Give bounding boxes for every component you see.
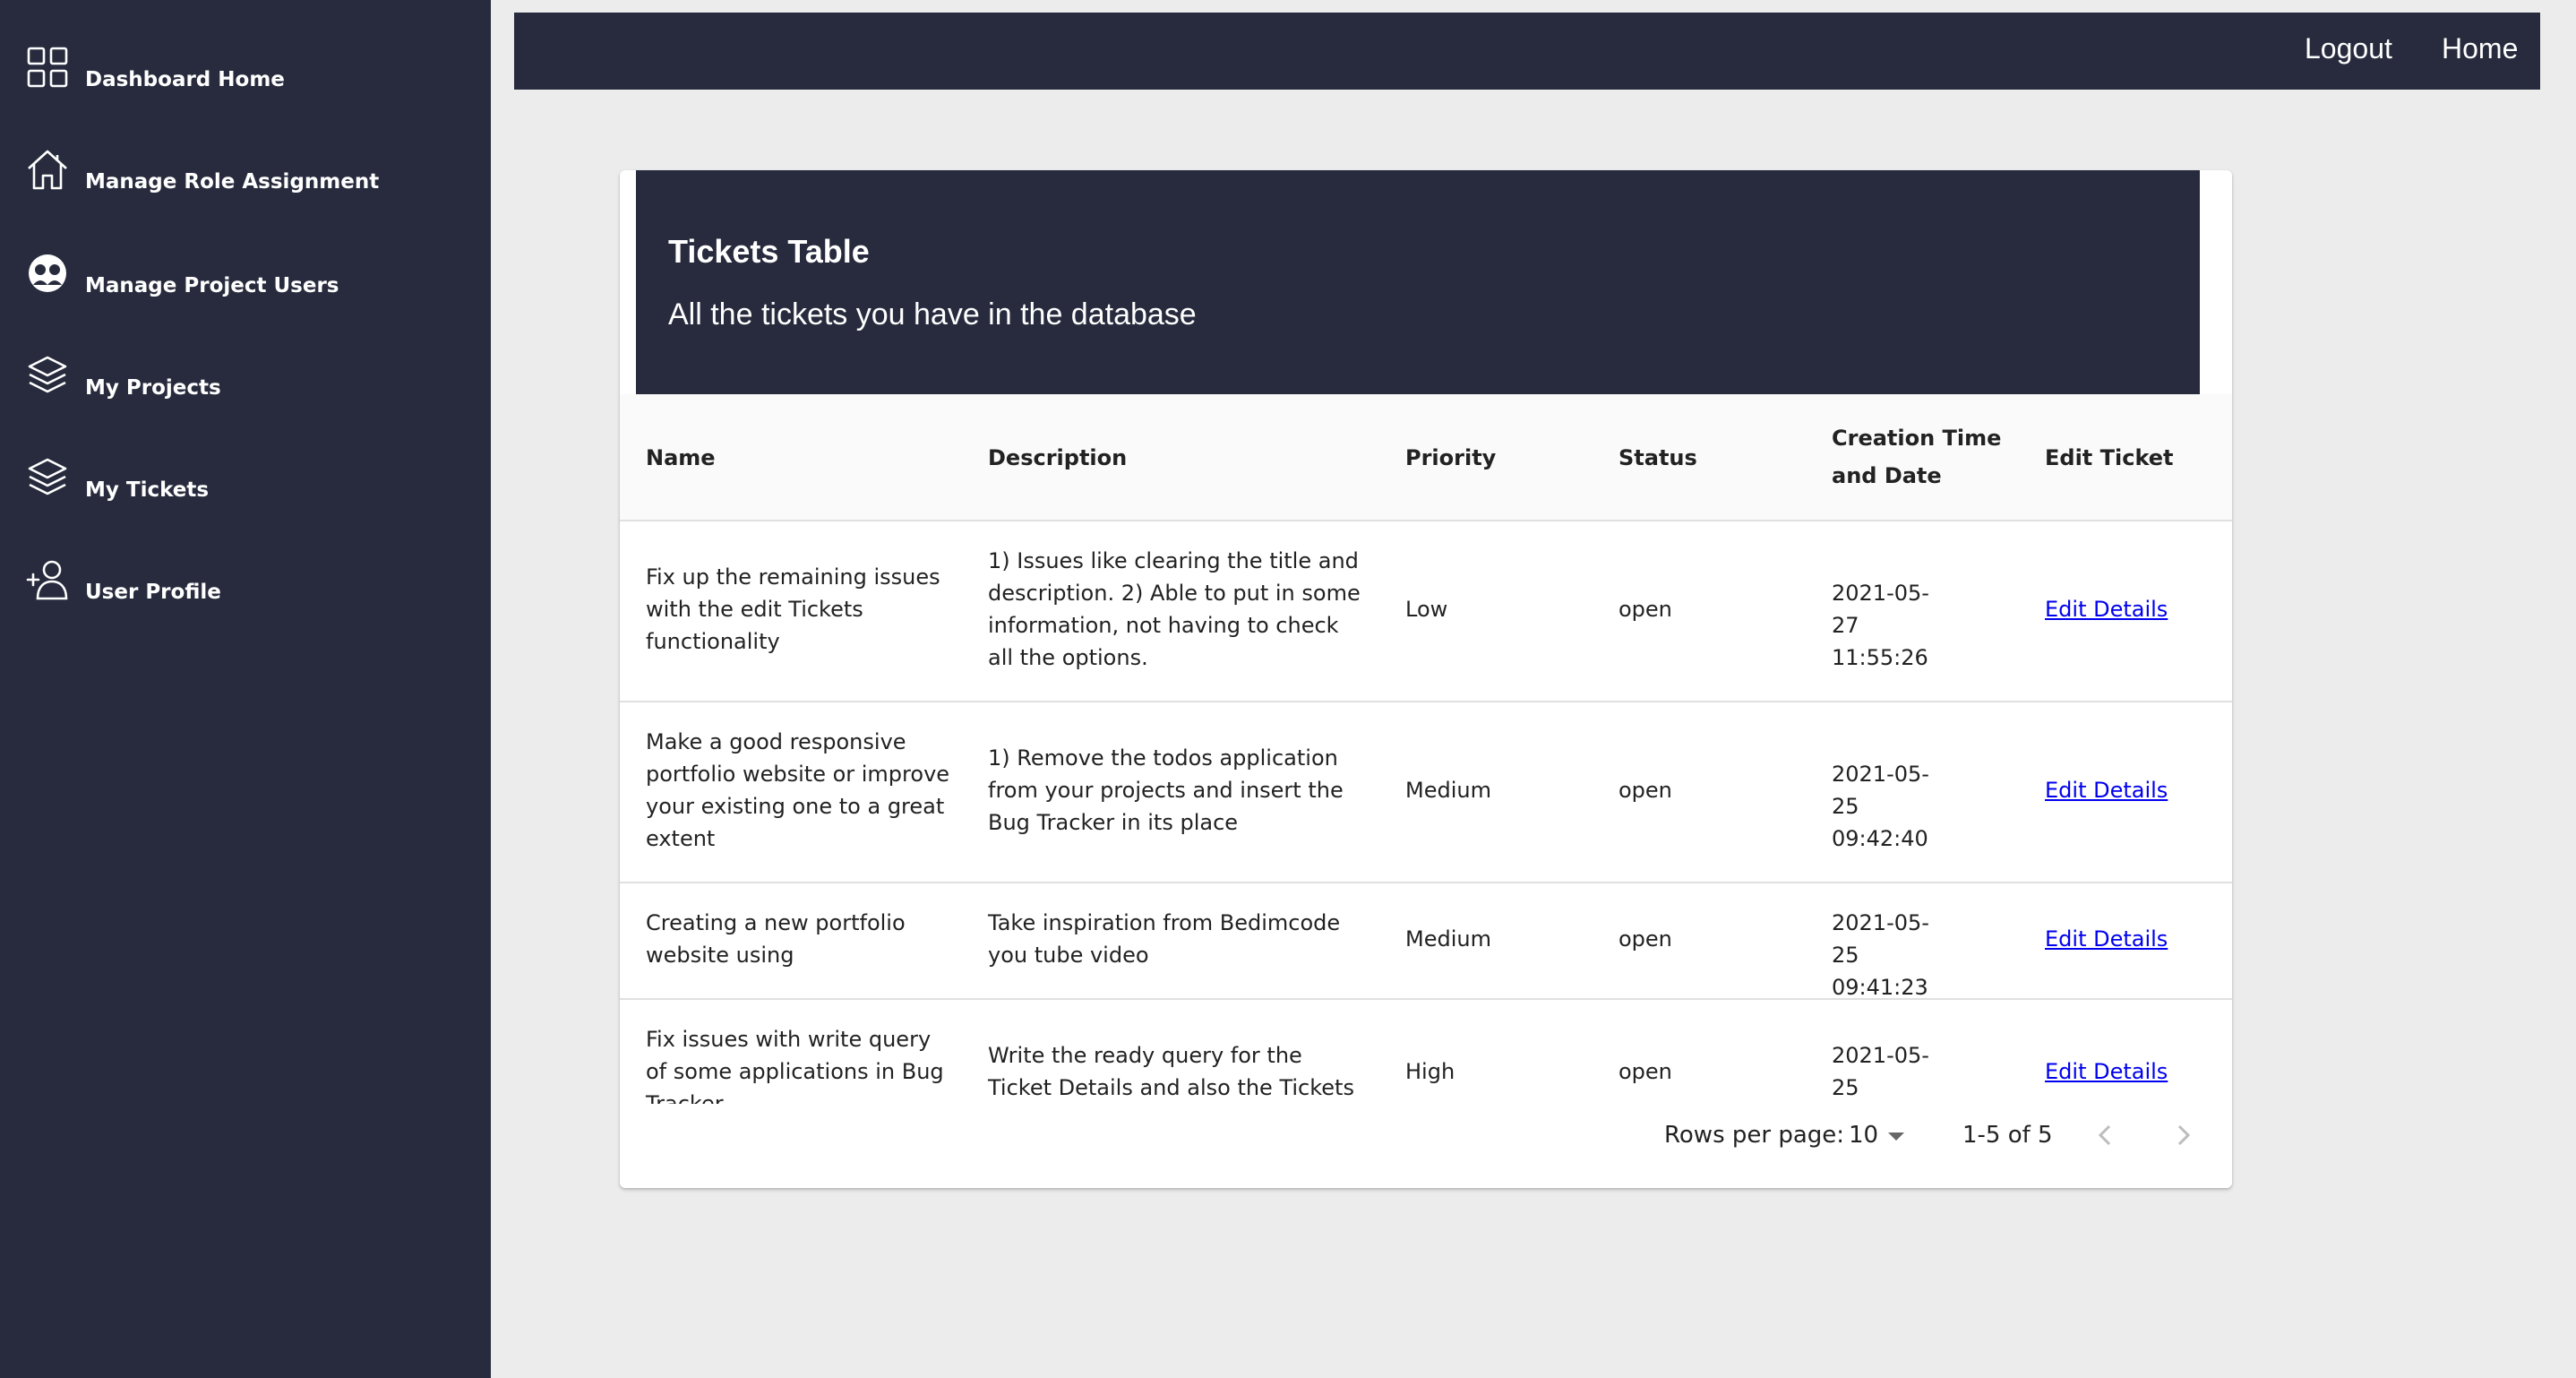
chevron-down-icon (1888, 1133, 1904, 1141)
card-title: Tickets Table (668, 233, 870, 270)
table-row: Fix issues with write query of some appl… (620, 1000, 2232, 1104)
edit-details-link[interactable]: Edit Details (2045, 774, 2168, 806)
ticket-name: Make a good responsive portfolio website… (646, 729, 950, 851)
table-row: Creating a new portfolio website using T… (620, 883, 2232, 1000)
sidebar-item-label: Manage Project Users (85, 274, 339, 297)
top-navbar: Logout Home (514, 13, 2540, 90)
ticket-created: 2021-05-25 09:39:49 (1832, 1043, 1929, 1100)
tickets-table-card: Tickets Table All the tickets you have i… (620, 170, 2232, 1188)
page-range: 1-5 of 5 (1962, 1122, 2053, 1149)
ticket-description: Take inspiration from Bedimcode you tube… (988, 910, 1341, 968)
ticket-status: open (1619, 1059, 1672, 1084)
sidebar-item-my-projects[interactable]: My Projects (25, 353, 473, 416)
sidebar-item-label: Manage Role Assignment (85, 170, 380, 194)
layers-icon (25, 353, 70, 398)
ticket-status: open (1619, 926, 1672, 952)
sidebar-item-label: My Projects (85, 376, 221, 400)
chevron-right-icon (2177, 1124, 2191, 1146)
ticket-description: Write the ready query for the Ticket Det… (988, 1043, 1354, 1100)
home-link[interactable]: Home (2442, 32, 2518, 65)
table-row: Make a good responsive portfolio website… (620, 702, 2232, 883)
ticket-created: 2021-05-27 11:55:26 (1832, 581, 1929, 670)
previous-page-button[interactable] (2083, 1113, 2128, 1158)
column-header-creation-time[interactable]: Creation Time and Date (1832, 419, 2011, 495)
card-header: Tickets Table All the tickets you have i… (636, 170, 2200, 394)
logout-link[interactable]: Logout (2305, 32, 2392, 65)
ticket-status: open (1619, 778, 1672, 803)
sidebar-item-label: My Tickets (85, 478, 210, 502)
ticket-name: Fix issues with write query of some appl… (646, 1027, 944, 1104)
chevron-left-icon (2098, 1124, 2111, 1146)
sidebar: Dashboard Home Manage Role Assignment Ma… (0, 0, 491, 1378)
column-header-edit-ticket[interactable]: Edit Ticket (2045, 439, 2174, 477)
ticket-created: 2021-05-25 09:41:23 (1832, 910, 1929, 1000)
table-row: Fix up the remaining issues with the edi… (620, 521, 2232, 702)
ticket-priority: High (1405, 1059, 1455, 1084)
layers-icon (25, 455, 70, 500)
ticket-created: 2021-05-25 09:42:40 (1832, 762, 1929, 851)
sidebar-item-label: User Profile (85, 581, 221, 604)
next-page-button[interactable] (2160, 1113, 2205, 1158)
edit-details-link[interactable]: Edit Details (2045, 1055, 2168, 1088)
table-body: Fix up the remaining issues with the edi… (620, 521, 2232, 1104)
table-pagination: Rows per page: 10 1-5 of 5 (620, 1102, 2232, 1188)
users-icon (25, 251, 70, 296)
card-subtitle: All the tickets you have in the database (668, 297, 1197, 332)
home-icon (25, 147, 70, 192)
ticket-name: Creating a new portfolio website using (646, 910, 906, 968)
ticket-priority: Medium (1405, 926, 1491, 952)
ticket-name: Fix up the remaining issues with the edi… (646, 564, 940, 654)
sidebar-item-my-tickets[interactable]: My Tickets (25, 455, 473, 518)
edit-details-link[interactable]: Edit Details (2045, 923, 2168, 955)
sidebar-item-dashboard-home[interactable]: Dashboard Home (25, 45, 473, 108)
sidebar-item-manage-project-users[interactable]: Manage Project Users (25, 251, 473, 314)
sidebar-item-label: Dashboard Home (85, 68, 285, 91)
rows-per-page-select[interactable]: 10 (1849, 1118, 1920, 1154)
user-add-icon (25, 557, 70, 602)
ticket-priority: Low (1405, 597, 1448, 622)
ticket-description: 1) Issues like clearing the title and de… (988, 548, 1361, 670)
column-header-status[interactable]: Status (1619, 439, 1697, 477)
sidebar-item-manage-role-assignment[interactable]: Manage Role Assignment (25, 147, 473, 210)
column-header-priority[interactable]: Priority (1405, 439, 1496, 477)
rows-per-page-value: 10 (1849, 1122, 1879, 1149)
table-header: Name Description Priority Status Creatio… (620, 394, 2232, 521)
edit-details-link[interactable]: Edit Details (2045, 593, 2168, 625)
ticket-description: 1) Remove the todos application from you… (988, 745, 1344, 835)
ticket-status: open (1619, 597, 1672, 622)
column-header-description[interactable]: Description (988, 439, 1127, 477)
sidebar-item-user-profile[interactable]: User Profile (25, 557, 473, 620)
column-header-name[interactable]: Name (646, 439, 716, 477)
grid-icon (25, 45, 70, 90)
rows-per-page-label: Rows per page: (1664, 1122, 1845, 1149)
ticket-priority: Medium (1405, 778, 1491, 803)
